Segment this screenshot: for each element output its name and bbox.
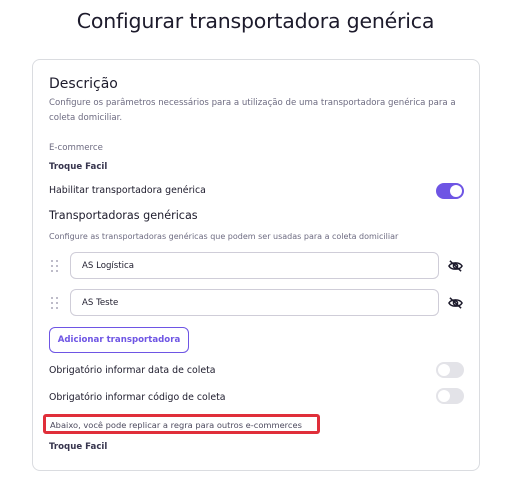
toggle-knob <box>438 390 450 402</box>
drag-handle-icon[interactable] <box>51 297 59 309</box>
require-date-toggle[interactable] <box>436 362 464 378</box>
eye-off-icon[interactable] <box>448 297 463 309</box>
section-title: Descrição <box>49 76 118 92</box>
replicate-ecommerce-value: Troque Facil <box>49 442 108 452</box>
carrier-name-input[interactable] <box>70 289 439 316</box>
drag-handle-icon[interactable] <box>51 260 59 272</box>
require-code-label: Obrigatório informar código de coleta <box>49 392 226 403</box>
page-title: Configurar transportadora genérica <box>76 9 435 33</box>
toggle-knob <box>450 185 462 197</box>
replicate-note: Abaixo, você pode replicar a regra para … <box>50 420 302 430</box>
enable-carrier-label: Habilitar transportadora genérica <box>49 185 206 196</box>
require-date-label: Obrigatório informar data de coleta <box>49 365 216 376</box>
carriers-title: Transportadoras genéricas <box>49 209 198 222</box>
toggle-knob <box>438 364 450 376</box>
carrier-name-input[interactable] <box>70 252 439 279</box>
ecommerce-value: Troque Facil <box>49 162 108 172</box>
eye-off-icon[interactable] <box>448 260 463 272</box>
require-code-toggle[interactable] <box>436 388 464 404</box>
add-carrier-button[interactable]: Adicionar transportadora <box>49 327 189 353</box>
section-description: Configure os parâmetros necessários para… <box>49 98 456 123</box>
ecommerce-label: E-commerce <box>49 143 103 153</box>
enable-carrier-toggle[interactable] <box>436 183 464 199</box>
carriers-description: Configure as transportadoras genéricas q… <box>49 232 399 241</box>
carrier-config-card: Descrição Configure os parâmetros necess… <box>32 59 480 471</box>
